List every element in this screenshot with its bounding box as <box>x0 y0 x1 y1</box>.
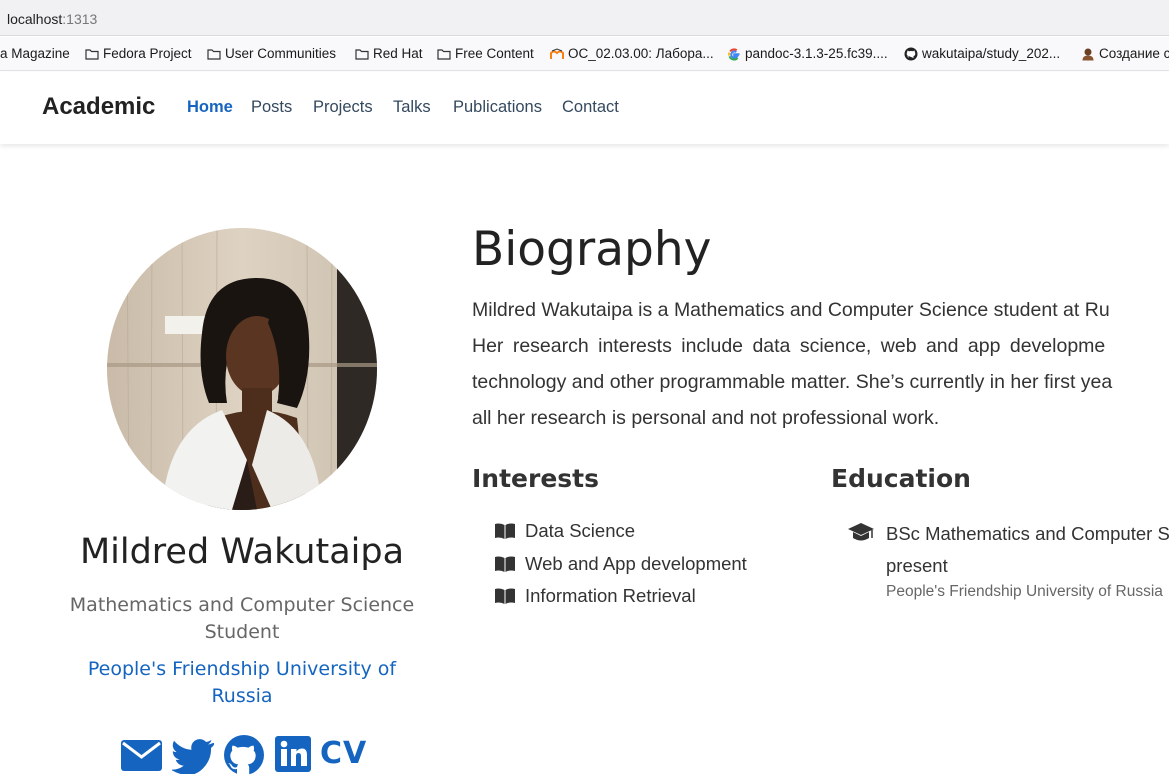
moodle-icon <box>550 47 564 59</box>
bookmark-label: Red Hat <box>373 46 423 61</box>
interests-title: Interests <box>472 464 600 493</box>
github-link[interactable] <box>222 734 266 776</box>
cv-link[interactable]: CV <box>320 736 367 776</box>
linkedin-icon <box>275 736 311 772</box>
github-icon <box>224 735 264 776</box>
github-icon <box>904 47 918 60</box>
bookmark-wakutaipa-study[interactable]: wakutaipa/study_202... <box>904 46 1060 61</box>
interest-item: Information Retrieval <box>494 585 696 607</box>
folder-icon <box>355 48 369 60</box>
envelope-icon <box>121 740 162 771</box>
education-course-line: BSc Mathematics and Computer S <box>886 523 1169 544</box>
site-navbar: Academic Home Posts Projects Talks Publi… <box>0 72 1169 144</box>
interest-item: Data Science <box>494 520 635 542</box>
avatar <box>107 228 377 510</box>
url-port: :1313 <box>62 11 98 27</box>
bookmark-label: ОС_02.03.00: Лабора... <box>568 46 714 61</box>
folder-icon <box>85 48 99 60</box>
site-brand[interactable]: Academic <box>42 93 155 121</box>
bookmark-label: Создание с <box>1099 46 1169 61</box>
twitter-icon <box>170 739 215 776</box>
interest-label: Web and App development <box>525 553 747 574</box>
nav-posts[interactable]: Posts <box>251 98 292 117</box>
avatar-portrait <box>107 228 377 510</box>
bookmark-fedora-project[interactable]: Fedora Project <box>85 46 192 61</box>
book-icon <box>495 588 515 604</box>
interest-label: Information Retrieval <box>525 585 696 606</box>
biography-line: Mildred Wakutaipa is a Mathematics and C… <box>472 299 1110 321</box>
biography-title: Biography <box>472 222 712 277</box>
bookmark-label: wakutaipa/study_202... <box>922 46 1061 61</box>
twitter-link[interactable] <box>170 734 215 776</box>
google-icon <box>728 47 740 60</box>
interest-item: Web and App development <box>494 553 747 575</box>
profile-organization-link[interactable]: People's Friendship University of Russia <box>60 656 424 710</box>
bookmark-free-content[interactable]: Free Content <box>437 46 534 61</box>
nav-contact[interactable]: Contact <box>562 98 619 117</box>
address-bar[interactable]: localhost:1313 <box>0 0 1169 36</box>
biography-text: Mildred Wakutaipa is a Mathematics and C… <box>472 292 1169 436</box>
graduation-cap-icon <box>848 523 874 541</box>
bookmark-label: Free Content <box>455 46 534 61</box>
folder-icon <box>207 48 221 60</box>
email-link[interactable] <box>120 734 163 774</box>
biography-line: technology and other programmable matter… <box>472 371 1113 393</box>
bookmark-label: Fedora Project <box>103 46 192 61</box>
bookmark-label: a Magazine <box>0 46 70 61</box>
biography-line: all her research is personal and not pro… <box>472 407 940 429</box>
bookmark-pandoc[interactable]: pandoc-3.1.3-25.fc39.... <box>727 46 888 61</box>
url-host: localhost <box>7 11 63 27</box>
book-icon <box>495 556 515 572</box>
education-course: BSc Mathematics and Computer S present <box>886 518 1169 582</box>
bookmark-sozdanie[interactable]: Создание с <box>1081 46 1169 61</box>
biography-line: Her research interests include data scie… <box>472 335 1106 357</box>
cv-icon: CV <box>320 736 368 771</box>
nav-talks[interactable]: Talks <box>393 98 431 117</box>
book-icon <box>495 523 515 539</box>
profile-role: Mathematics and Computer Science Student <box>69 594 415 643</box>
education-title: Education <box>831 464 971 493</box>
nav-projects[interactable]: Projects <box>313 98 373 117</box>
bookmark-label: pandoc-3.1.3-25.fc39.... <box>745 46 888 61</box>
bookmarks-bar: a Magazine Fedora Project User Communiti… <box>0 37 1169 71</box>
education-institution: People's Friendship University of Russia <box>886 583 1163 600</box>
folder-icon <box>437 48 451 60</box>
bookmark-magazine[interactable]: a Magazine <box>0 46 70 61</box>
nav-home[interactable]: Home <box>187 98 233 117</box>
bookmark-user-communities[interactable]: User Communities <box>207 46 336 61</box>
bookmark-red-hat[interactable]: Red Hat <box>355 46 423 61</box>
bookmark-os-lab[interactable]: ОС_02.03.00: Лабора... <box>550 46 714 61</box>
profile-name: Mildred Wakutaipa <box>79 532 405 572</box>
education-course-line: present <box>886 555 948 576</box>
linkedin-link[interactable] <box>274 734 312 774</box>
interest-label: Data Science <box>525 520 636 541</box>
avatar-icon <box>1082 48 1094 60</box>
bookmark-label: User Communities <box>225 46 337 61</box>
nav-publications[interactable]: Publications <box>453 98 542 117</box>
